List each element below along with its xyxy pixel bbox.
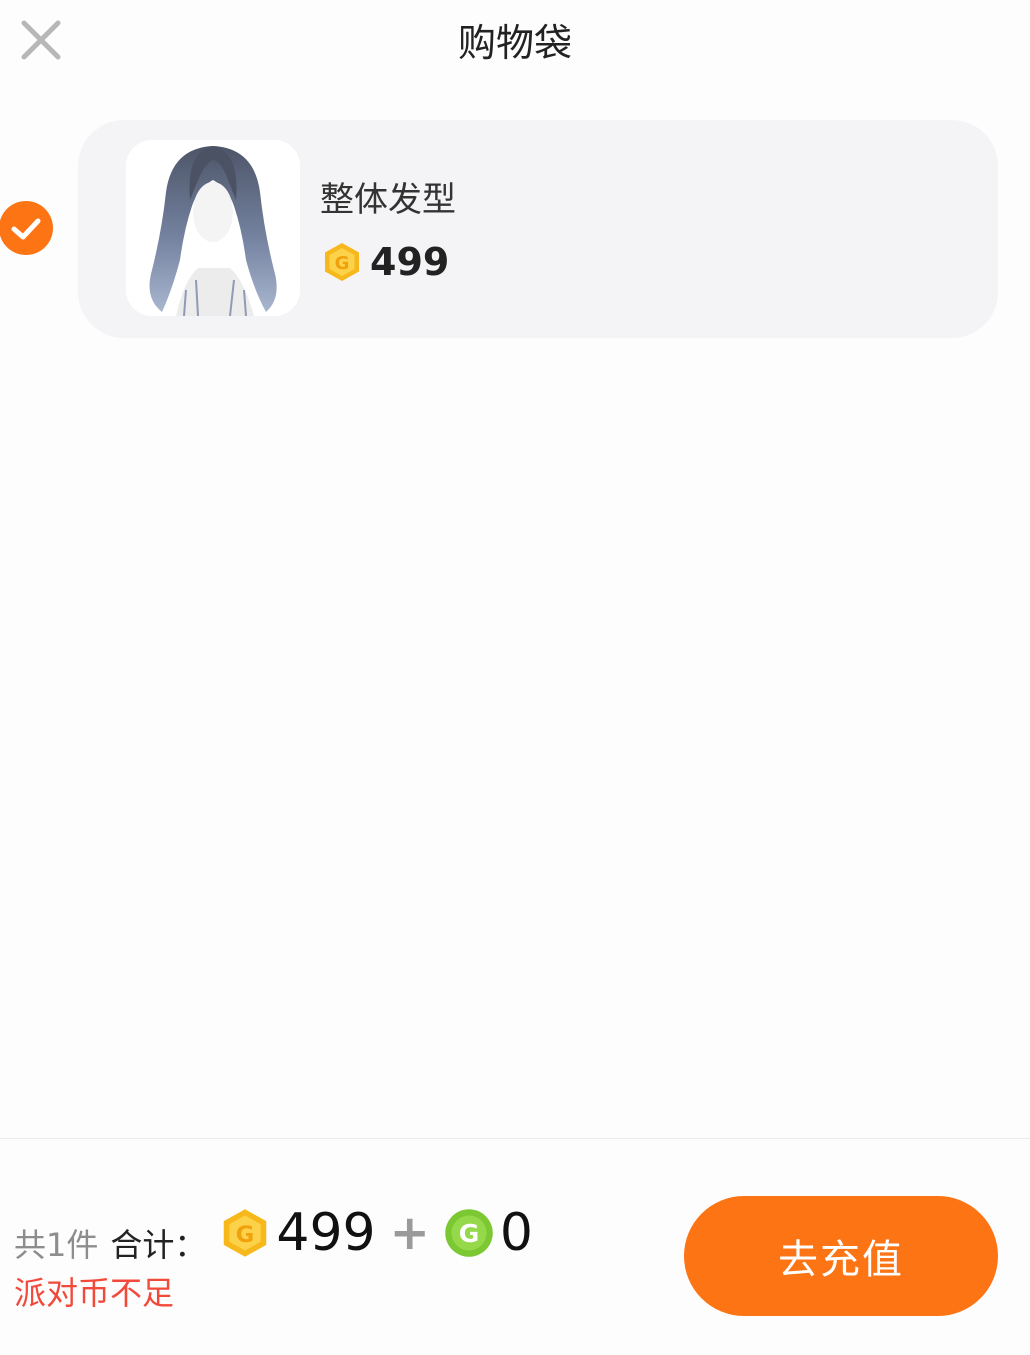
- item-thumbnail: [126, 140, 300, 316]
- check-circle-icon: [0, 201, 53, 255]
- item-count: 共1件: [14, 1226, 99, 1264]
- green-coin-icon: G: [445, 1209, 493, 1257]
- plus-sign: +: [389, 1205, 430, 1261]
- item-price: G 499: [322, 238, 449, 286]
- svg-text:G: G: [335, 253, 350, 274]
- header-bar: 购物袋: [0, 0, 1030, 84]
- footer-divider: [0, 1138, 1030, 1139]
- order-summary: 共1件 合计： G 499 + G 0 派对币不足: [14, 1200, 533, 1314]
- cart-item-card[interactable]: 整体发型 G 499: [78, 120, 998, 338]
- item-price-value: 499: [370, 240, 450, 284]
- insufficient-balance-warning: 派对币不足: [14, 1274, 175, 1312]
- svg-text:G: G: [236, 1222, 254, 1248]
- item-name: 整体发型: [320, 180, 456, 220]
- recharge-button[interactable]: 去充值: [684, 1196, 998, 1316]
- svg-text:G: G: [459, 1219, 480, 1248]
- green-total: 0: [499, 1203, 533, 1263]
- total-label: 合计：: [110, 1226, 207, 1264]
- gold-total: 499: [276, 1203, 376, 1263]
- item-select-checkbox[interactable]: [0, 200, 54, 256]
- gold-coin-icon: G: [224, 1209, 267, 1257]
- gold-coin-icon: G: [325, 243, 359, 281]
- hairstyle-image: [126, 140, 300, 316]
- page-title: 购物袋: [457, 21, 572, 65]
